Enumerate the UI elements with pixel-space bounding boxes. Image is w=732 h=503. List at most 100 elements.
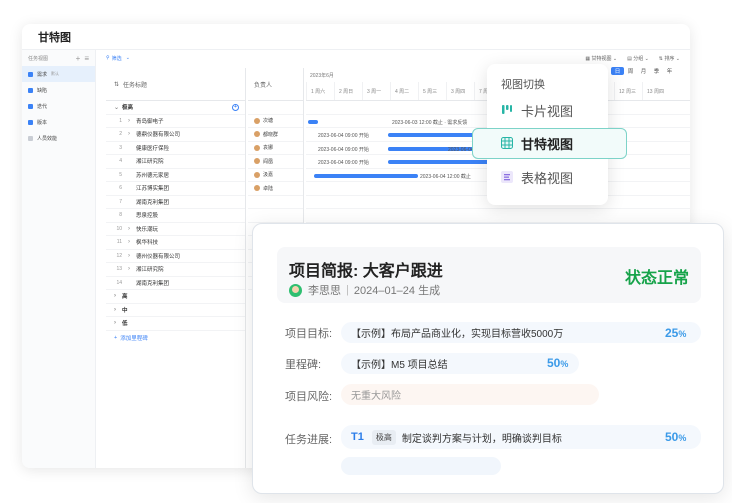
table-row[interactable]: 11 › 枫华科技 — [106, 236, 245, 250]
owner-cell[interactable]: 阎凰 — [248, 155, 303, 169]
view-icon — [28, 87, 33, 93]
scale-tab[interactable]: 月 — [637, 67, 650, 75]
filter-button[interactable]: ⚲ 筛选 ⌄ — [106, 55, 130, 62]
owner-name: 阎凰 — [263, 158, 274, 165]
view-toggle-button[interactable]: ▦ 甘特视图 ⌄ — [585, 55, 617, 62]
task-title: 德州仪器有限公司 — [136, 253, 181, 260]
owner-name: 袁娜 — [263, 145, 274, 152]
task-title: 湖南克利集团 — [136, 199, 170, 206]
table-row[interactable]: 12 › 德州仪器有限公司 — [106, 250, 245, 263]
table-row[interactable]: 14 湖南克利集团 — [106, 277, 245, 290]
sidebar-item-version[interactable]: 版本 — [22, 114, 95, 130]
scale-tab[interactable]: 日 — [611, 67, 624, 75]
avatar — [254, 158, 260, 165]
progress-label: 任务进展: — [285, 434, 333, 446]
sidebar-header: 任务视图 + ≡ — [22, 50, 95, 66]
task-title: 湖南克利集团 — [136, 280, 170, 287]
view-icon — [28, 103, 33, 109]
owner-cell[interactable]: 汲嘉 — [248, 169, 303, 182]
table-view-option[interactable]: 表格视图 — [501, 163, 573, 191]
table-row[interactable]: 13 › 湘江研究院 — [106, 263, 245, 277]
chevron-right-icon[interactable]: › — [128, 266, 136, 272]
task-bar[interactable] — [314, 173, 418, 178]
owner-cell[interactable] — [248, 196, 303, 209]
milestone-percent: 50% — [547, 356, 569, 370]
add-milestone-button[interactable]: + 添加里程碑 — [106, 331, 245, 345]
sidebar-item-defects[interactable]: 缺陷 — [22, 82, 95, 98]
table-row[interactable]: 8 思泉控股 — [106, 209, 245, 223]
sidebar-item-requirements[interactable]: 需求 默认 — [22, 66, 95, 82]
add-task-icon[interactable]: + — [232, 103, 239, 111]
row-number: 4 — [119, 158, 122, 165]
chevron-right-icon[interactable]: › — [128, 131, 136, 137]
scale-tab[interactable]: 年 — [663, 67, 676, 75]
chevron-right-icon[interactable]: › — [128, 253, 136, 259]
chevron-right-icon[interactable]: › — [128, 239, 136, 245]
risk-value: 无重大风险 — [351, 391, 401, 402]
row-number: 1 — [119, 117, 122, 124]
group-row-high[interactable]: › 高 — [106, 290, 245, 304]
table-row[interactable]: 10 › 快乐潮玩 — [106, 223, 245, 236]
table-row[interactable]: 5 苏州德元家居 — [106, 169, 245, 182]
sidebar-item-iteration[interactable]: 迭代 — [22, 98, 95, 114]
view-icon — [28, 119, 33, 125]
owner-cell[interactable]: 袁娜 — [248, 142, 303, 155]
chevron-right-icon[interactable]: › — [128, 118, 136, 124]
menu-icon[interactable]: ≡ — [84, 54, 89, 63]
group-row-low[interactable]: › 低 — [106, 317, 245, 331]
day-header-cell: 13 周四 — [642, 82, 670, 100]
task-column-header[interactable]: ⇅ 任务标题 — [106, 68, 245, 101]
task-title: 青岛御电子 — [136, 118, 164, 125]
card-view-option[interactable]: 卡片视图 — [501, 96, 573, 124]
row-number: 10 — [116, 225, 122, 232]
progress-percent: 50% — [665, 430, 687, 444]
chevron-down-icon[interactable]: ⌄ — [114, 104, 122, 111]
table-row[interactable]: 1 › 青岛御电子 — [106, 115, 245, 128]
table-row[interactable]: 6 江苏博实集团 — [106, 182, 245, 196]
task-title: 枫华科技 — [136, 240, 159, 247]
row-number: 11 — [116, 239, 122, 246]
kanban-icon — [502, 105, 512, 114]
task-title: 德鼎仪器有限公司 — [136, 132, 181, 139]
day-header-cell: 12 周三 — [614, 82, 642, 100]
add-icon[interactable]: + — [76, 54, 81, 63]
sort-button[interactable]: ⇅ 排序 ⌄ — [659, 55, 680, 62]
bar-label: 2023-06-04 12:00 截止 — [420, 173, 471, 180]
group-row-medium[interactable]: › 中 — [106, 304, 245, 317]
table-row[interactable]: 7 湖南克利集团 — [106, 196, 245, 209]
scale-tab[interactable]: 季 — [650, 67, 663, 75]
task-bar[interactable] — [308, 119, 318, 124]
group-button[interactable]: ▤ 分组 ⌄ — [627, 55, 649, 62]
task-bar[interactable] — [388, 160, 498, 164]
popover-title: 视图切换 — [501, 79, 545, 91]
scale-tab[interactable]: 周 — [624, 67, 637, 75]
group-row-highest[interactable]: ⌄ 极高 + — [106, 101, 245, 115]
chevron-right-icon[interactable]: › — [114, 293, 122, 299]
table-row[interactable]: 2 › 德鼎仪器有限公司 — [106, 128, 245, 142]
milestone-pill: 【示例】M5 项目总结 — [341, 353, 579, 374]
owner-column-header[interactable]: 负责人 — [248, 68, 303, 101]
table-row[interactable]: 4 湘江研究院 — [106, 155, 245, 169]
row-number: 2 — [119, 131, 122, 138]
day-header-cell: 1 周六 — [306, 82, 334, 100]
chevron-right-icon[interactable]: › — [128, 226, 136, 232]
table-row[interactable]: 3 健康医疗保险 — [106, 142, 245, 155]
goal-percent: 25% — [665, 326, 687, 340]
chevron-right-icon[interactable]: › — [114, 307, 122, 313]
sidebar-item-label: 版本 — [37, 119, 48, 126]
owner-cell[interactable]: 都晓群 — [248, 128, 303, 142]
row-number: 14 — [116, 279, 122, 286]
chevron-right-icon[interactable]: › — [114, 320, 122, 326]
day-header-cell: 3 周四 — [446, 82, 474, 100]
sidebar-item-efficiency[interactable]: 人员效能 — [22, 130, 95, 146]
avatar — [254, 117, 260, 124]
owner-cell[interactable]: 卓陆 — [248, 182, 303, 196]
goal-pill: 【示例】布局产品商业化，实现目标营收5000万 — [341, 322, 701, 343]
owner-cell[interactable]: 次塘 — [248, 115, 303, 128]
avatar — [254, 131, 260, 138]
owner-cell[interactable] — [248, 209, 303, 223]
gantt-view-option[interactable]: 甘特视图 — [472, 128, 627, 159]
owner-name: 汲嘉 — [263, 172, 274, 179]
brief-header: 项目简报: 大客户跟进 李思思 | 2024–01–24 生成 状态正常 — [277, 247, 701, 303]
gantt-grid-icon: ▦ — [585, 55, 591, 62]
